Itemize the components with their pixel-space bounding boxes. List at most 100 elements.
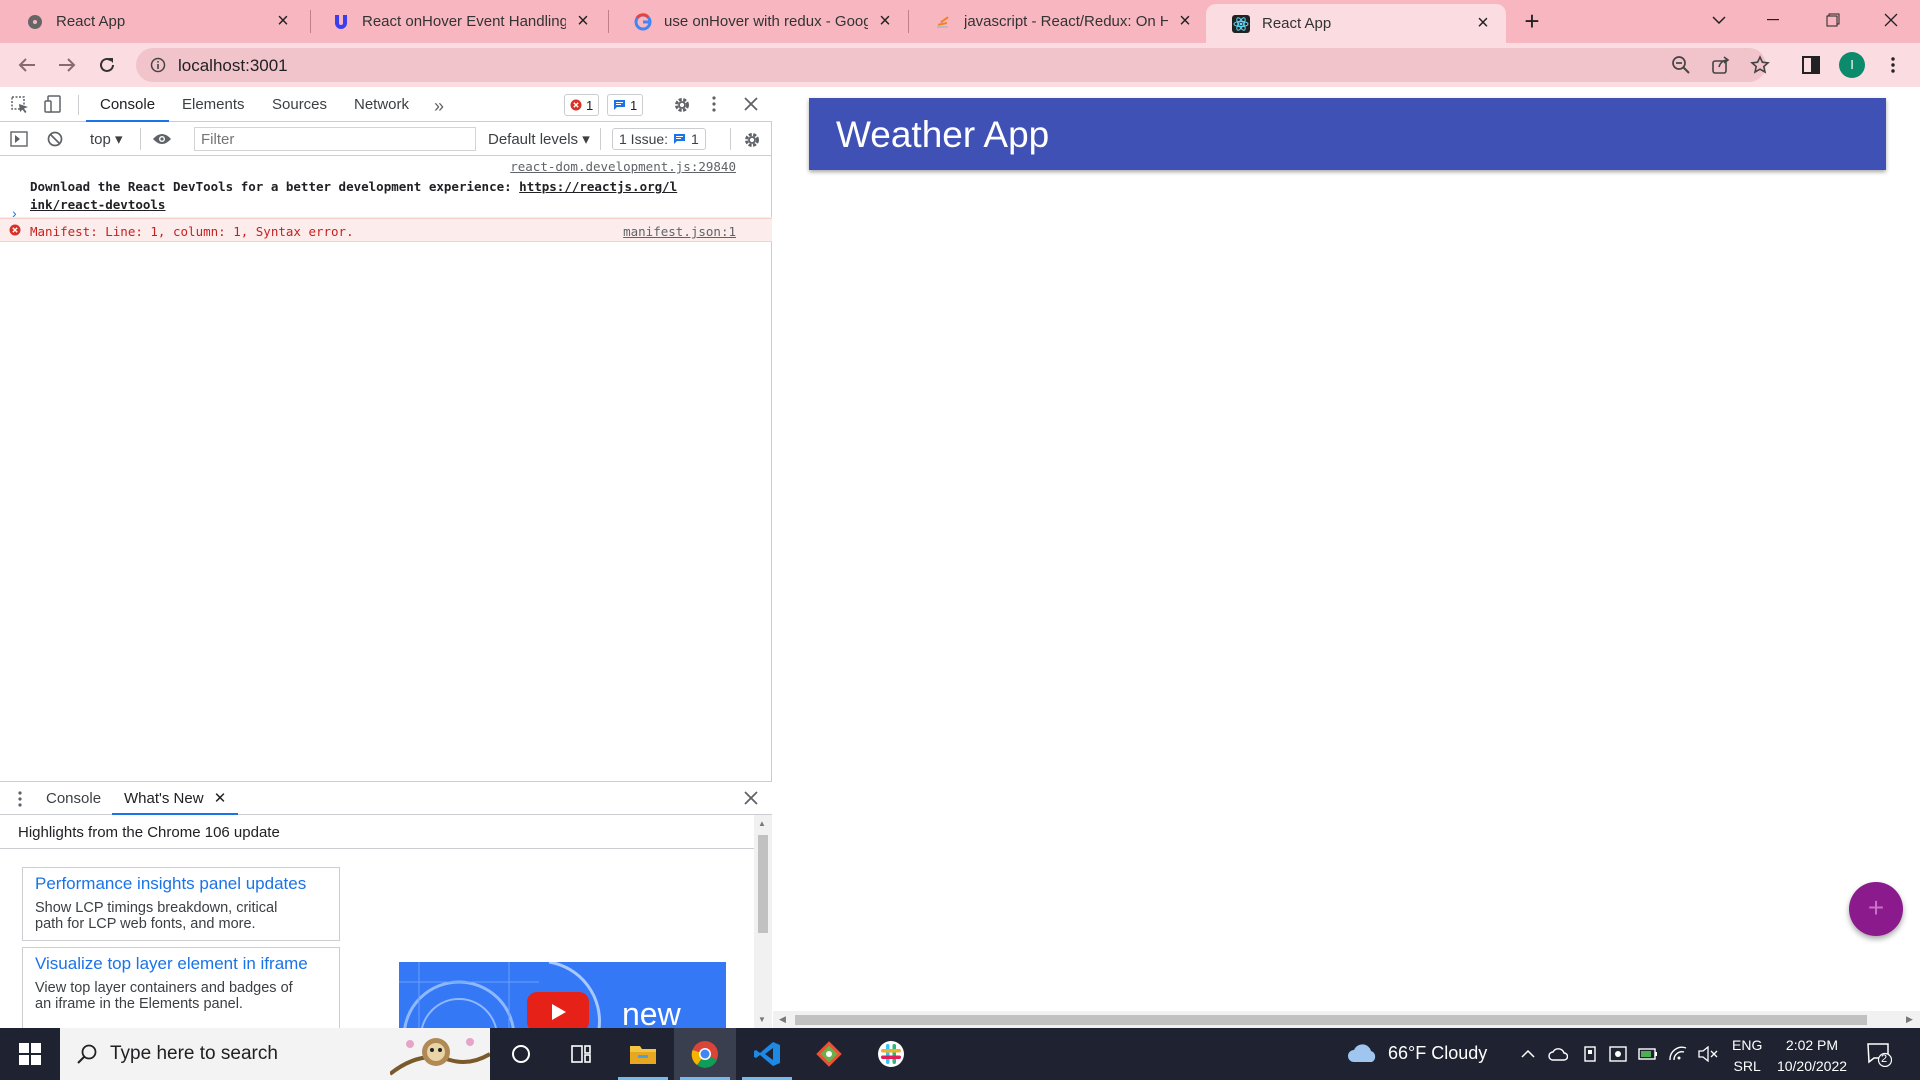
- wifi-icon[interactable]: [1668, 1044, 1688, 1064]
- close-icon[interactable]: ✕: [214, 790, 227, 807]
- close-devtools-icon[interactable]: [744, 97, 758, 111]
- cortana-icon[interactable]: [490, 1028, 552, 1080]
- drawer-tab-console[interactable]: Console: [46, 782, 101, 815]
- error-icon: [570, 99, 582, 111]
- close-icon[interactable]: ×: [876, 10, 894, 32]
- more-tabs-chevron-icon[interactable]: »: [434, 96, 444, 117]
- file-explorer-icon[interactable]: [612, 1028, 674, 1080]
- scroll-left-arrow-icon[interactable]: ◀: [779, 1014, 786, 1025]
- system-clock[interactable]: 2:02 PM 10/20/2022: [1772, 1035, 1852, 1077]
- tab-google-search[interactable]: use onHover with redux - Google ×: [608, 0, 908, 43]
- tab-search-chevron-icon[interactable]: [1690, 0, 1748, 40]
- separator: [78, 95, 79, 115]
- windows-start-icon[interactable]: [0, 1028, 60, 1080]
- drawer-tab-whats-new[interactable]: What's New ✕: [112, 782, 239, 815]
- message-source-link[interactable]: react-dom.development.js:29840: [510, 159, 736, 174]
- show-hidden-icons-chevron-icon[interactable]: [1518, 1044, 1538, 1064]
- close-icon[interactable]: ×: [1474, 12, 1492, 34]
- settings-gear-icon[interactable]: [672, 95, 692, 115]
- devtools-menu-icon[interactable]: [712, 96, 716, 112]
- onedrive-cloud-icon[interactable]: [1548, 1044, 1568, 1064]
- notification-center-icon[interactable]: 2: [1866, 1041, 1893, 1072]
- scroll-right-arrow-icon[interactable]: ▶: [1906, 1014, 1913, 1025]
- tab-network[interactable]: Network: [354, 87, 409, 122]
- drawer-menu-icon[interactable]: [18, 791, 22, 807]
- side-panel-icon[interactable]: [1796, 50, 1826, 80]
- whats-new-subtitle: Highlights from the Chrome 106 update: [18, 824, 280, 841]
- message-count-badge[interactable]: 1: [607, 94, 644, 116]
- zoom-icon[interactable]: [1671, 55, 1691, 75]
- tab-react-app-active[interactable]: React App ×: [1206, 4, 1506, 43]
- close-icon[interactable]: ×: [274, 10, 292, 32]
- card-description-line: path for LCP web fonts, and more.: [35, 916, 256, 932]
- card-title[interactable]: Visualize top layer element in iframe: [35, 954, 327, 974]
- inspect-element-icon[interactable]: [10, 95, 30, 115]
- taskbar-search-box[interactable]: Type here to search: [60, 1028, 492, 1080]
- window-close-icon[interactable]: [1862, 0, 1920, 40]
- error-count-badge[interactable]: 1: [564, 94, 600, 116]
- input-language-indicator[interactable]: ENG SRL: [1732, 1035, 1762, 1077]
- scroll-up-arrow-icon[interactable]: ▲: [758, 819, 766, 828]
- chrome-taskbar-icon[interactable]: [674, 1028, 736, 1080]
- console-settings-gear-icon[interactable]: [742, 130, 762, 150]
- restore-icon[interactable]: [1804, 0, 1862, 40]
- horizontal-scrollbar[interactable]: ◀ ▶: [773, 1011, 1920, 1028]
- devtools-drawer: Console What's New ✕ Highlights from the…: [0, 781, 772, 1032]
- device-toolbar-icon[interactable]: [43, 94, 63, 114]
- weather-widget[interactable]: 66°F Cloudy: [1346, 1042, 1487, 1064]
- card-title[interactable]: Performance insights panel updates: [35, 874, 327, 894]
- clear-console-icon[interactable]: [47, 131, 63, 147]
- issues-button[interactable]: 1 Issue: 1: [612, 128, 706, 150]
- tab-react-app-1[interactable]: React App ×: [0, 0, 306, 43]
- volume-muted-icon[interactable]: [1698, 1044, 1718, 1064]
- reload-icon[interactable]: [92, 50, 122, 80]
- scroll-down-arrow-icon[interactable]: ▼: [758, 1015, 766, 1024]
- whats-new-card[interactable]: Performance insights panel updates Show …: [22, 867, 340, 941]
- back-icon[interactable]: [12, 50, 42, 80]
- search-placeholder: Type here to search: [110, 1043, 278, 1064]
- tab-elements[interactable]: Elements: [182, 87, 245, 122]
- filter-input[interactable]: [194, 127, 476, 151]
- add-fab-button[interactable]: +: [1849, 882, 1903, 936]
- context-select[interactable]: top ▾: [90, 130, 123, 148]
- kebab-menu-icon[interactable]: [1878, 50, 1908, 80]
- error-source-link[interactable]: manifest.json:1: [623, 224, 736, 239]
- log-levels-dropdown[interactable]: Default levels ▾: [488, 130, 590, 148]
- google-icon: [634, 12, 652, 31]
- whats-new-card[interactable]: Visualize top layer element in iframe Vi…: [22, 947, 340, 1029]
- slack-icon[interactable]: [860, 1028, 922, 1080]
- git-icon[interactable]: [798, 1028, 860, 1080]
- address-bar[interactable]: localhost:3001: [136, 48, 1770, 82]
- forward-icon[interactable]: [52, 50, 82, 80]
- meet-now-icon[interactable]: [1608, 1044, 1628, 1064]
- tab-stackoverflow[interactable]: javascript - React/Redux: On Hov ×: [908, 0, 1208, 43]
- close-drawer-icon[interactable]: [744, 791, 758, 805]
- share-icon[interactable]: [1711, 55, 1731, 75]
- console-prompt-chevron-icon[interactable]: ›: [12, 205, 17, 221]
- language-code: ENG: [1732, 1037, 1763, 1053]
- close-icon[interactable]: ×: [1176, 10, 1194, 32]
- vscode-icon[interactable]: [736, 1028, 798, 1080]
- close-icon[interactable]: ×: [574, 10, 592, 32]
- battery-icon[interactable]: [1638, 1044, 1658, 1064]
- live-expression-eye-icon[interactable]: [152, 132, 172, 146]
- device-icon[interactable]: [1580, 1044, 1600, 1064]
- sidebar-toggle-icon[interactable]: [10, 131, 28, 147]
- task-view-icon[interactable]: [550, 1028, 612, 1080]
- tab-console[interactable]: Console: [86, 87, 170, 122]
- tab-sources[interactable]: Sources: [272, 87, 327, 122]
- keyboard-layout: SRL: [1733, 1058, 1761, 1074]
- info-icon[interactable]: [150, 57, 166, 78]
- tab-title: React App: [1262, 15, 1332, 32]
- tab-react-onhover[interactable]: React onHover Event Handling (w ×: [306, 0, 606, 43]
- drawer-scrollbar[interactable]: ▲ ▼: [754, 815, 772, 1029]
- bookmark-star-icon[interactable]: [1750, 55, 1770, 75]
- profile-avatar[interactable]: I: [1839, 52, 1865, 78]
- youtube-play-button[interactable]: [527, 992, 589, 1032]
- search-highlight-sloth-icon[interactable]: [388, 1030, 492, 1080]
- tab-title: React App: [56, 13, 126, 30]
- scrollbar-thumb[interactable]: [795, 1015, 1867, 1025]
- scrollbar-thumb[interactable]: [758, 835, 768, 933]
- new-tab-button[interactable]: +: [1518, 8, 1546, 36]
- minimize-icon[interactable]: [1744, 0, 1802, 40]
